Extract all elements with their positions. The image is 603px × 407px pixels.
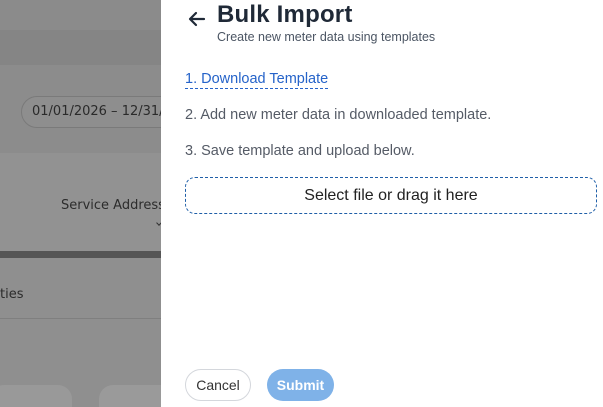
submit-button[interactable]: Submit — [267, 369, 334, 401]
background-card — [99, 385, 161, 407]
background-partial-label: ties — [0, 287, 24, 302]
service-address-column-header: Service Address — [61, 198, 161, 213]
date-range-picker: 01/01/2026 – 12/31/2026 — [21, 96, 161, 128]
background-divider — [0, 251, 161, 258]
background-row-divider — [0, 318, 161, 319]
instruction-step-2: 2. Add new meter data in downloaded temp… — [185, 107, 492, 123]
background-page: 01/01/2026 – 12/31/2026 Service Address … — [0, 0, 161, 407]
background-header — [0, 0, 161, 30]
arrow-left-icon[interactable] — [186, 8, 208, 30]
bulk-import-drawer: Bulk Import Create new meter data using … — [161, 0, 603, 407]
instruction-step-3: 3. Save template and upload below. — [185, 143, 415, 159]
file-dropzone[interactable]: Select file or drag it here — [185, 177, 597, 214]
background-card — [0, 385, 72, 407]
cancel-button[interactable]: Cancel — [185, 369, 251, 401]
page-title: Bulk Import — [217, 1, 353, 28]
background-toolbar — [0, 30, 161, 65]
download-template-link[interactable]: 1. Download Template — [185, 71, 329, 89]
page-subtitle: Create new meter data using templates — [217, 30, 436, 44]
dropzone-label: Select file or drag it here — [304, 186, 478, 204]
